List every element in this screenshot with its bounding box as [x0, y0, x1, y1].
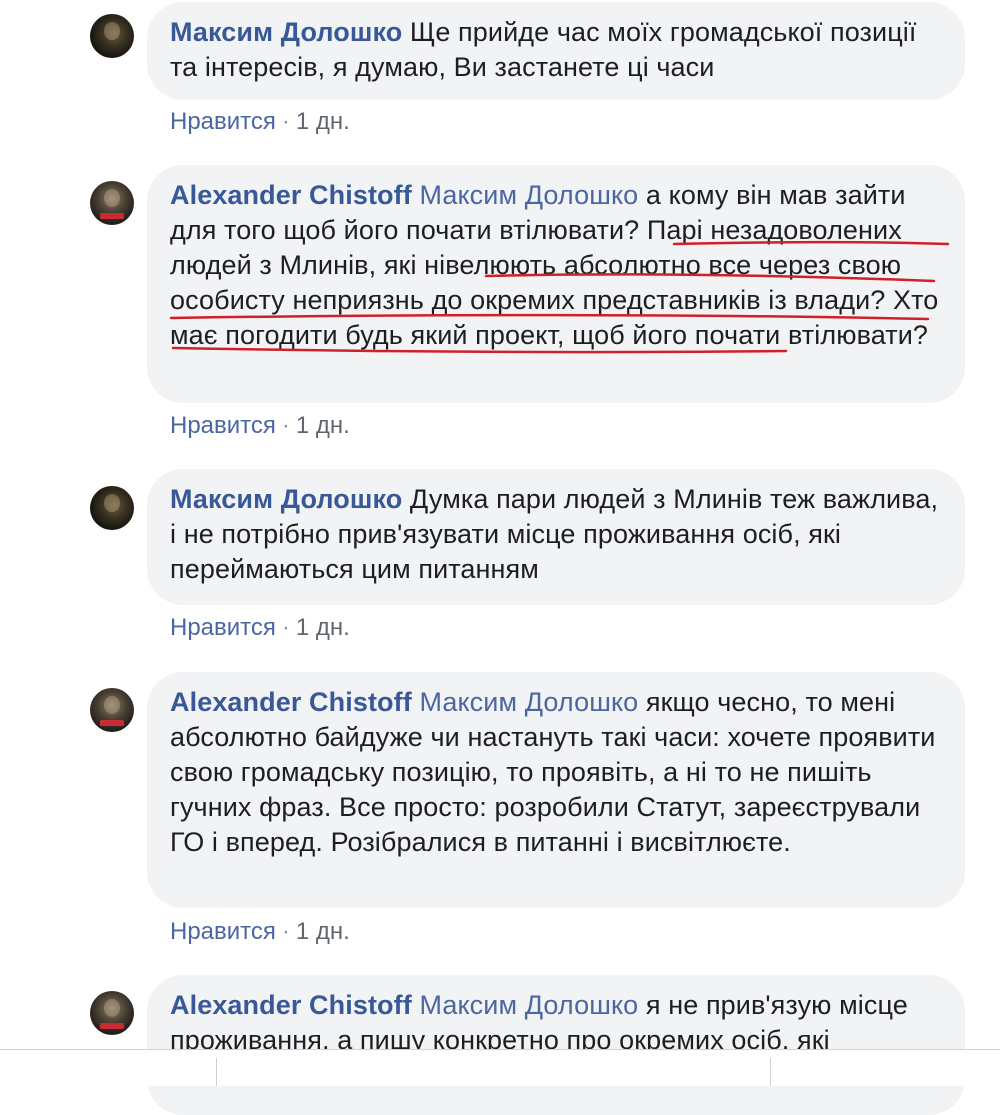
- separator: ·: [281, 614, 290, 641]
- avatar[interactable]: [90, 991, 134, 1035]
- avatar-badge: [100, 213, 124, 219]
- comment-author[interactable]: Alexander Chistoff: [170, 687, 412, 717]
- separator: ·: [281, 918, 290, 945]
- comment-author[interactable]: Максим Долошко: [170, 17, 402, 47]
- avatar-image: [104, 22, 120, 40]
- comment-bubble: Alexander Chistoff Максим Долошко а кому…: [147, 165, 965, 403]
- comment-timestamp[interactable]: 1 дн.: [296, 614, 350, 641]
- comment-author[interactable]: Максим Долошко: [170, 484, 402, 514]
- avatar-badge: [100, 720, 124, 726]
- comment-timestamp[interactable]: 1 дн.: [296, 108, 350, 135]
- like-button[interactable]: Нравится: [170, 412, 276, 439]
- avatar[interactable]: [90, 181, 134, 225]
- avatar[interactable]: [90, 688, 134, 732]
- avatar-badge: [100, 1023, 124, 1029]
- toolbar-divider: [770, 1058, 771, 1086]
- comment-mention[interactable]: Максим Долошко: [412, 180, 638, 210]
- separator: ·: [281, 412, 290, 439]
- like-button[interactable]: Нравится: [170, 108, 276, 135]
- comment-mention[interactable]: Максим Долошко: [412, 990, 638, 1020]
- toolbar-divider: [216, 1058, 217, 1086]
- comment-timestamp[interactable]: 1 дн.: [296, 918, 350, 945]
- comment-timestamp[interactable]: 1 дн.: [296, 412, 350, 439]
- avatar-image: [104, 696, 120, 714]
- avatar[interactable]: [90, 486, 134, 530]
- comment-bubble: Максим Долошко Ще прийде час моїх громад…: [147, 2, 965, 100]
- avatar-image: [104, 189, 120, 207]
- like-button[interactable]: Нравится: [170, 918, 276, 945]
- comment-actions: Нравится · 1 дн.: [170, 107, 350, 137]
- comment-bubble: Alexander Chistoff Максим Долошко я не п…: [147, 975, 965, 1115]
- comment-bubble: Alexander Chistoff Максим Долошко якщо ч…: [147, 672, 965, 908]
- like-button[interactable]: Нравится: [170, 614, 276, 641]
- avatar[interactable]: [90, 14, 134, 58]
- comment-actions: Нравится · 1 дн.: [170, 613, 350, 643]
- comment-actions: Нравится · 1 дн.: [170, 411, 350, 441]
- comment-author[interactable]: Alexander Chistoff: [170, 180, 412, 210]
- comment-actions: Нравится · 1 дн.: [170, 917, 350, 947]
- avatar-image: [104, 494, 120, 512]
- comment-bubble: Максим Долошко Думка пари людей з Млинів…: [147, 469, 965, 605]
- bottom-toolbar: [0, 1049, 1000, 1086]
- avatar-image: [104, 999, 120, 1017]
- comment-author[interactable]: Alexander Chistoff: [170, 990, 412, 1020]
- comment-mention[interactable]: Максим Долошко: [412, 687, 638, 717]
- separator: ·: [281, 108, 290, 135]
